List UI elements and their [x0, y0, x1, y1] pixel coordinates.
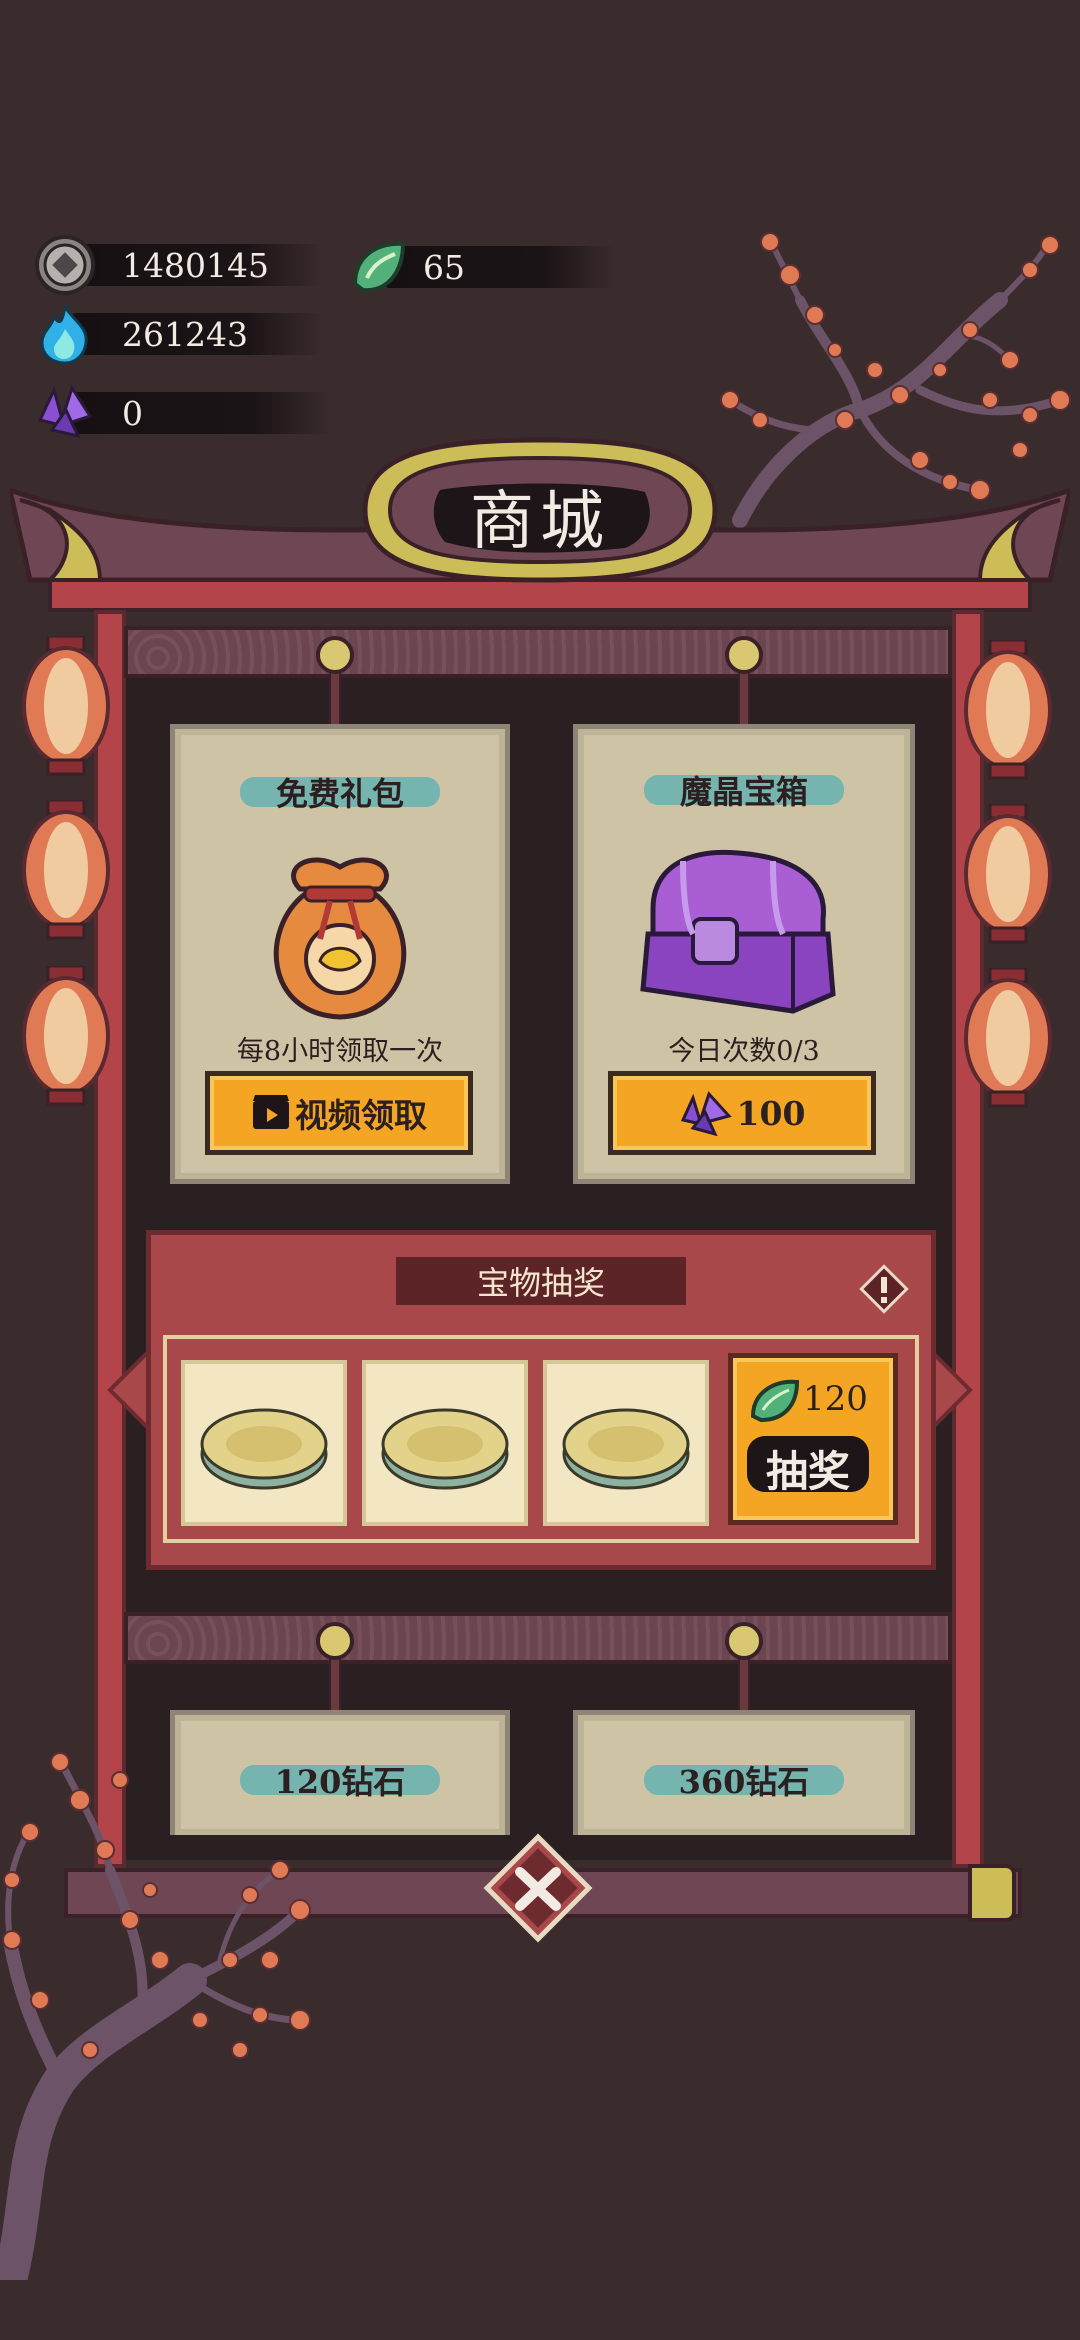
info-icon[interactable]: [858, 1263, 910, 1315]
leaf-icon: [352, 241, 406, 293]
close-icon: [483, 1833, 593, 1943]
jade-plate-icon: [200, 1408, 328, 1490]
lantern-left-1: [22, 636, 110, 776]
lottery-title-plate: 宝物抽奖: [396, 1257, 686, 1305]
lottery-slot-1: [181, 1360, 347, 1526]
lottery-draw-button[interactable]: 120 抽奖: [728, 1353, 898, 1525]
leaf-count: 65: [423, 247, 465, 287]
crystal-icon: [680, 1091, 732, 1136]
lottery-draw-label: 抽奖: [765, 1447, 850, 1496]
crystal-chest-title: 魔晶宝箱: [679, 773, 808, 811]
diamond-pack-label-2: 360钻石: [678, 1763, 810, 1801]
jade-plate-icon: [562, 1408, 690, 1490]
coin-balance: 1480145: [32, 235, 322, 295]
watch-video-claim-button[interactable]: 视频领取: [205, 1071, 473, 1155]
close-button[interactable]: [482, 1832, 594, 1944]
lantern-left-2: [22, 800, 110, 940]
free-gift-knob: [316, 636, 354, 674]
treasure-lottery-panel: 宝物抽奖 120 抽奖: [146, 1230, 936, 1570]
open-chest-button[interactable]: 100: [608, 1071, 876, 1155]
left-post: [94, 610, 126, 1868]
fire-icon: [40, 303, 88, 365]
coin-icon: [35, 235, 95, 295]
coin-count: 1480145: [122, 245, 269, 285]
leaf-icon: [750, 1379, 800, 1422]
fire-count: 261243: [122, 314, 248, 354]
lantern-right-1: [964, 640, 1052, 780]
lantern-right-3: [964, 968, 1052, 1108]
lottery-slot-3: [543, 1360, 709, 1526]
crystal-chest-card[interactable]: 魔晶宝箱 今日次数0/3 100: [573, 724, 915, 1184]
leaf-balance: 65: [345, 240, 615, 294]
diamond-knob-2: [725, 1622, 763, 1660]
treasure-chest-icon: [640, 849, 836, 1014]
shop-title: 商城: [470, 485, 610, 559]
middle-beam: [124, 1612, 952, 1664]
free-gift-title: 免费礼包: [275, 775, 404, 813]
top-beam: [124, 626, 952, 678]
plum-tree-bottom-decoration: [0, 1752, 311, 2280]
gift-bag-icon: [273, 857, 407, 1020]
open-chest-price: 100: [736, 1093, 806, 1133]
jade-plate-icon: [381, 1408, 509, 1490]
watch-video-claim-label: 视频领取: [295, 1096, 427, 1135]
chest-knob: [725, 636, 763, 674]
free-gift-caption: 每8小时领取一次: [236, 1036, 444, 1067]
lottery-title: 宝物抽奖: [476, 1264, 605, 1302]
crystal-count: 0: [122, 393, 143, 433]
right-post: [952, 610, 984, 1868]
diamond-pack-card-2[interactable]: 360钻石: [573, 1710, 915, 1835]
lantern-left-3: [22, 966, 110, 1106]
crystal-chest-caption: 今日次数0/3: [668, 1036, 820, 1067]
lottery-slot-2: [362, 1360, 528, 1526]
video-icon: [253, 1095, 289, 1129]
shop-title-plaque: 商城: [345, 430, 735, 590]
fire-balance: 261243: [32, 303, 322, 365]
bottom-beam-cap-right: [968, 1864, 1016, 1922]
lantern-right-2: [964, 804, 1052, 944]
diamond-knob-1: [316, 1622, 354, 1660]
free-gift-card[interactable]: 免费礼包 每8小时领取一次 视频领取: [170, 724, 510, 1184]
lottery-cost: 120: [803, 1379, 868, 1419]
